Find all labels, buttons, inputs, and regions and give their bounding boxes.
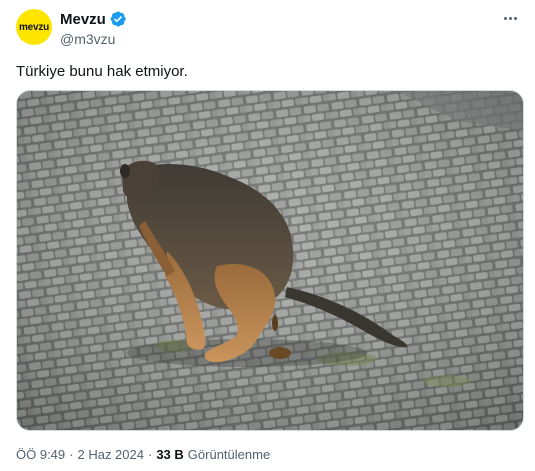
tweet-time[interactable]: ÖÖ 9:49 bbox=[16, 447, 65, 462]
views-count[interactable]: 33 B bbox=[156, 447, 183, 462]
verified-badge-icon bbox=[110, 11, 126, 27]
author-name[interactable]: Mevzu bbox=[60, 10, 127, 28]
dog-photo-illustration bbox=[17, 91, 523, 430]
tweet-media-photo[interactable] bbox=[16, 90, 524, 431]
avatar[interactable]: mevzu bbox=[16, 9, 52, 45]
display-name[interactable]: Mevzu bbox=[60, 11, 106, 28]
tweet: mevzu Mevzu @m3vzu Türkiye bunu hak etmi… bbox=[0, 0, 535, 471]
avatar-logo-text: mevzu bbox=[18, 21, 50, 33]
tweet-metadata: ÖÖ 9:49 · 2 Haz 2024 · 33 B Görüntülenme bbox=[16, 447, 270, 462]
views-label: Görüntülenme bbox=[187, 447, 271, 462]
separator-dot: · bbox=[69, 447, 74, 462]
more-options-icon[interactable] bbox=[499, 9, 521, 27]
tweet-date[interactable]: 2 Haz 2024 bbox=[77, 447, 144, 462]
separator-dot: · bbox=[147, 447, 153, 462]
user-handle[interactable]: @m3vzu bbox=[60, 31, 115, 47]
tweet-text: Türkiye bunu hak etmiyor. bbox=[16, 63, 188, 80]
